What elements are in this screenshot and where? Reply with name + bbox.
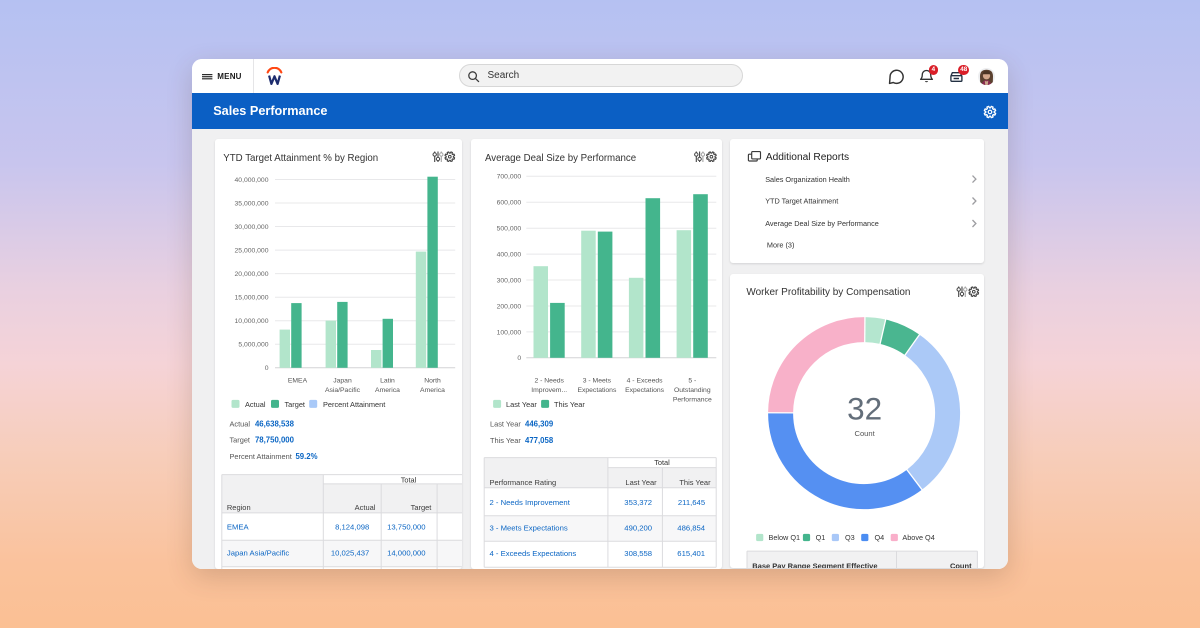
svg-text:100,000: 100,000 (497, 329, 522, 336)
svg-text:35,000,000: 35,000,000 (234, 200, 268, 207)
svg-text:353,372: 353,372 (624, 498, 652, 507)
svg-text:400,000: 400,000 (497, 251, 522, 258)
svg-text:10,025,437: 10,025,437 (330, 548, 368, 557)
svg-text:5 -: 5 - (688, 377, 696, 384)
svg-text:Last Year: Last Year (506, 399, 537, 408)
svg-text:This Year: This Year (490, 436, 521, 445)
svg-text:46,638,538: 46,638,538 (254, 419, 294, 428)
svg-text:America: America (375, 386, 400, 393)
svg-text:4 - Exceeds: 4 - Exceeds (627, 377, 663, 384)
svg-text:2 - Needs: 2 - Needs (534, 377, 564, 384)
svg-text:20,000,000: 20,000,000 (234, 271, 268, 278)
svg-text:Worker Profitability by Compen: Worker Profitability by Compensation (746, 287, 910, 298)
svg-text:3 - Meets Expectations: 3 - Meets Expectations (490, 523, 568, 532)
svg-text:200,000: 200,000 (497, 303, 522, 310)
svg-text:Asia/Pacific: Asia/Pacific (324, 386, 360, 393)
svg-text:300,000: 300,000 (497, 277, 522, 284)
svg-text:Average Deal Size by Performan: Average Deal Size by Performance (485, 153, 636, 164)
svg-text:308,558: 308,558 (624, 549, 652, 558)
svg-text:486,854: 486,854 (677, 523, 706, 532)
svg-text:500,000: 500,000 (497, 225, 522, 232)
svg-text:211,645: 211,645 (678, 498, 705, 507)
svg-text:Percent Attainment: Percent Attainment (322, 399, 384, 408)
svg-text:Additional Reports: Additional Reports (766, 152, 849, 163)
svg-text:Improvem...: Improvem... (531, 387, 567, 394)
svg-text:Last Year: Last Year (490, 419, 521, 428)
svg-text:Target: Target (410, 503, 432, 512)
svg-text:Japan Asia/Pacific: Japan Asia/Pacific (226, 548, 289, 557)
svg-text:North: North (424, 377, 441, 384)
svg-text:615,401: 615,401 (677, 549, 705, 558)
svg-text:0: 0 (517, 355, 521, 362)
svg-text:Above Q4: Above Q4 (902, 533, 934, 542)
svg-text:Performance: Performance (673, 396, 712, 403)
svg-text:More (3): More (3) (767, 240, 795, 249)
svg-text:Count: Count (950, 561, 972, 568)
svg-text:Percent Attainment: Percent Attainment (229, 451, 291, 460)
svg-text:Actual: Actual (244, 399, 265, 408)
svg-text:25,000,000: 25,000,000 (234, 247, 268, 254)
svg-text:Sales Organization Health: Sales Organization Health (765, 174, 850, 183)
svg-text:2 - Needs Improvement: 2 - Needs Improvement (490, 498, 571, 507)
svg-text:78,750,000: 78,750,000 (254, 435, 294, 444)
svg-text:5,000,000: 5,000,000 (238, 341, 268, 348)
svg-text:Region: Region (226, 503, 250, 512)
svg-text:EMEA: EMEA (287, 377, 307, 384)
svg-text:600,000: 600,000 (497, 199, 522, 206)
svg-text:Average Deal Size by Performan: Average Deal Size by Performance (765, 219, 879, 228)
svg-text:Count: Count (854, 429, 875, 438)
svg-text:Japan: Japan (333, 377, 352, 384)
svg-text:14,000,000: 14,000,000 (387, 548, 425, 557)
svg-text:15,000,000: 15,000,000 (234, 294, 268, 301)
svg-text:Q1: Q1 (815, 533, 825, 542)
svg-text:8,124,098: 8,124,098 (335, 522, 369, 531)
svg-text:Q3: Q3 (845, 533, 855, 542)
svg-text:Expectations: Expectations (577, 387, 617, 394)
svg-text:YTD Target Attainment: YTD Target Attainment (765, 196, 838, 205)
svg-text:This Year: This Year (554, 399, 585, 408)
svg-text:Total: Total (400, 475, 416, 484)
svg-text:446,309: 446,309 (525, 419, 554, 428)
svg-text:Q4: Q4 (874, 533, 884, 542)
svg-text:Base Pay Range Segment Effecti: Base Pay Range Segment Effective (752, 561, 877, 568)
svg-text:Latin: Latin (380, 377, 395, 384)
svg-text:YTD Target Attainment % by Reg: YTD Target Attainment % by Region (223, 153, 378, 164)
svg-text:Last Year: Last Year (625, 478, 657, 487)
svg-text:40,000,000: 40,000,000 (234, 176, 268, 183)
svg-text:This Year: This Year (679, 478, 711, 487)
svg-text:Below Q1: Below Q1 (768, 533, 800, 542)
svg-text:32: 32 (847, 390, 882, 426)
svg-text:Outstanding: Outstanding (674, 387, 711, 394)
svg-text:4 - Exceeds Expectations: 4 - Exceeds Expectations (490, 549, 577, 558)
svg-text:America: America (420, 386, 445, 393)
svg-text:30,000,000: 30,000,000 (234, 223, 268, 230)
svg-text:Performance Rating: Performance Rating (490, 478, 557, 487)
svg-text:EMEA: EMEA (226, 522, 249, 531)
svg-text:477,058: 477,058 (525, 436, 554, 445)
svg-text:10,000,000: 10,000,000 (234, 318, 268, 325)
svg-text:13,750,000: 13,750,000 (387, 522, 425, 531)
svg-text:0: 0 (264, 365, 268, 372)
svg-text:Actual: Actual (354, 503, 375, 512)
svg-text:Target: Target (284, 399, 305, 408)
svg-text:3 - Meets: 3 - Meets (583, 377, 612, 384)
svg-text:Target: Target (229, 435, 250, 444)
svg-text:Total: Total (654, 458, 670, 467)
svg-text:490,200: 490,200 (624, 523, 652, 532)
svg-text:700,000: 700,000 (497, 173, 522, 180)
svg-text:59.2%: 59.2% (295, 451, 317, 460)
svg-text:Expectations: Expectations (625, 387, 665, 394)
svg-text:Actual: Actual (229, 419, 250, 428)
